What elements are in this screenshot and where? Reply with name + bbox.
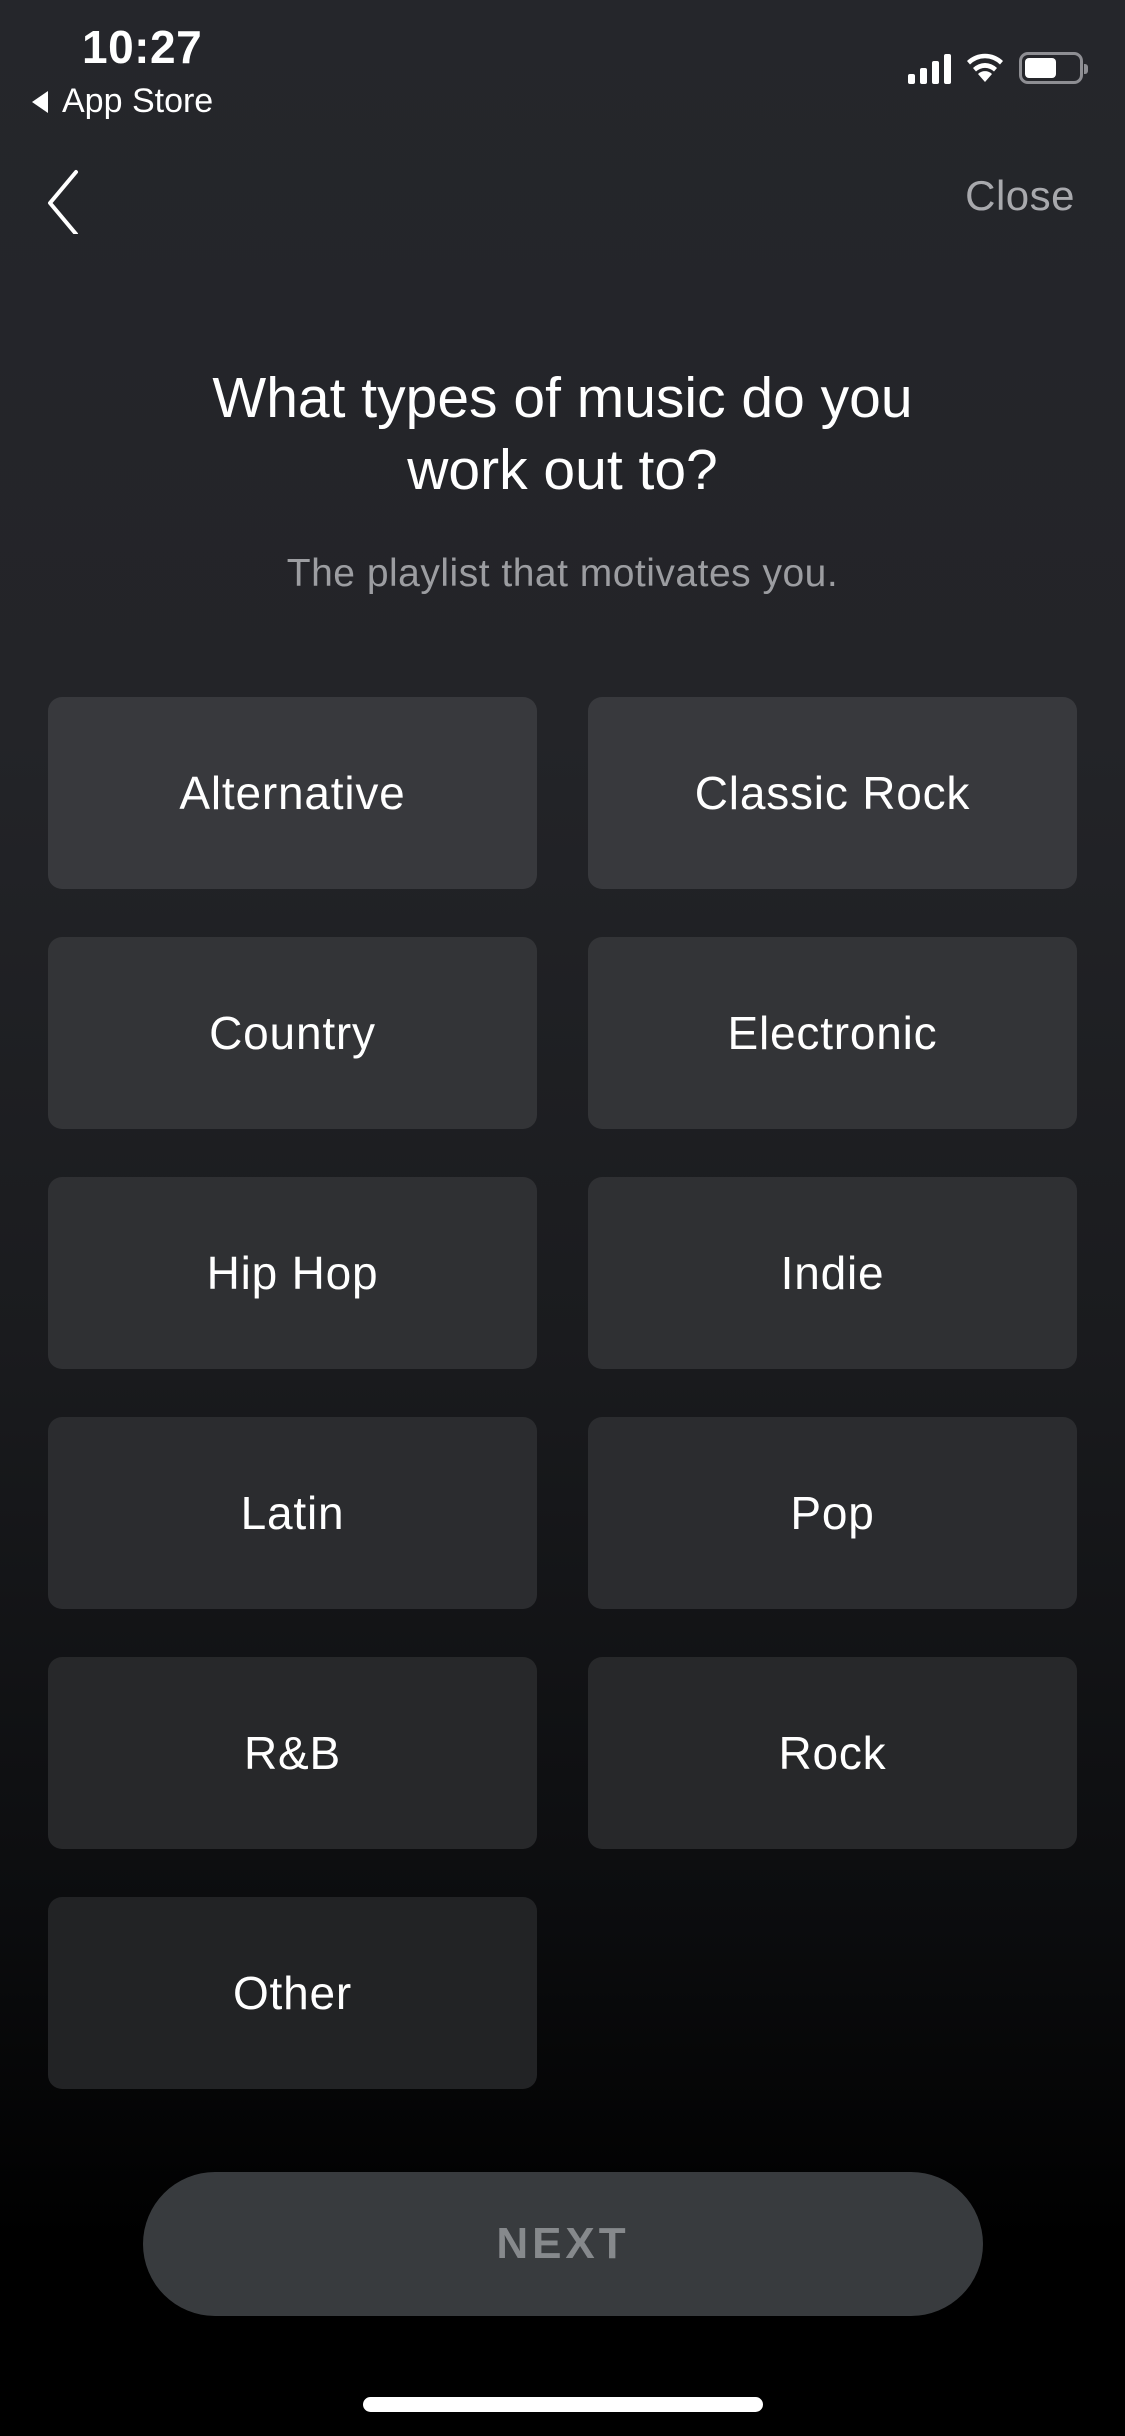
back-app-label: App Store [62,82,214,120]
page-subtitle: The playlist that motivates you. [286,552,839,595]
genre-tile-indie[interactable]: Indie [588,1177,1077,1369]
genre-tile-rock[interactable]: Rock [588,1657,1077,1849]
genre-tile-alternative[interactable]: Alternative [48,697,537,889]
page-title: What types of music do you work out to? [212,366,913,502]
genre-tile-latin[interactable]: Latin [48,1417,537,1609]
genre-tile-country[interactable]: Country [48,937,537,1129]
home-indicator[interactable] [363,2397,763,2412]
genre-tile-other[interactable]: Other [48,1897,537,2089]
status-icons [908,52,1088,84]
wifi-icon [967,53,1003,82]
close-button[interactable]: Close [965,172,1075,220]
genre-tile-classic-rock[interactable]: Classic Rock [588,697,1077,889]
genre-tile-rnb[interactable]: R&B [48,1657,537,1849]
genre-tile-electronic[interactable]: Electronic [588,937,1077,1129]
genre-tile-pop[interactable]: Pop [588,1417,1077,1609]
cellular-signal-icon [908,52,951,84]
back-triangle-icon [32,90,48,113]
back-button[interactable] [38,164,88,236]
battery-icon [1019,52,1088,84]
next-button[interactable]: NEXT [143,2172,983,2316]
back-to-app-store[interactable]: App Store [32,82,213,121]
status-time: 10:27 [82,21,203,73]
genre-grid: Alternative Classic Rock Country Electro… [48,697,1077,2089]
status-bar: 10:27 App Store [0,0,1125,130]
chevron-left-icon [48,170,78,236]
genre-tile-hip-hop[interactable]: Hip Hop [48,1177,537,1369]
